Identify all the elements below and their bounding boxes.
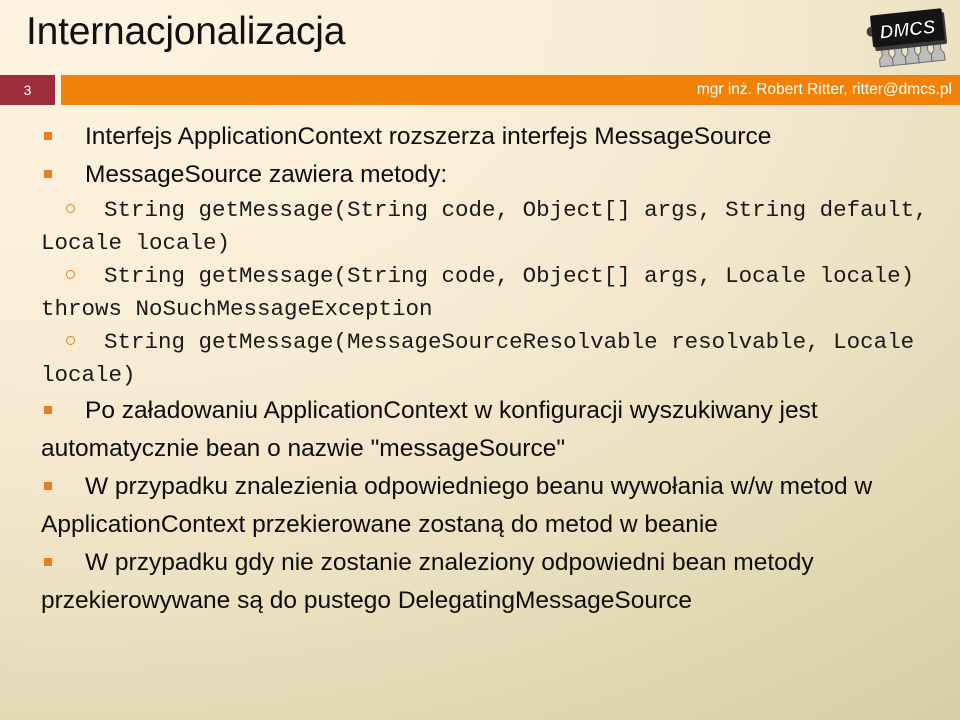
bullet-text: Interfejs ApplicationContext rozszerza i… [85,123,772,150]
bullet-text: Po załadowaniu ApplicationContext w konf… [41,397,818,462]
bullet-item: MessageSource zawiera metody: [0,156,960,194]
page-title: Internacjonalizacja [26,10,346,53]
bullet-text: W przypadku gdy nie zostanie znaleziony … [41,549,814,614]
author-credit: mgr inż. Robert Ritter, ritter@dmcs.pl [696,81,952,98]
code-bullet-text: String getMessage(MessageSourceResolvabl… [41,329,928,388]
bullet-item: W przypadku znalezienia odpowiedniego be… [0,468,960,544]
code-bullet-text: String getMessage(String code, Object[] … [41,263,928,322]
dmcs-logo: DMCS [860,4,952,70]
page-number-badge: 3 [0,75,55,105]
orange-accent-bar: mgr inż. Robert Ritter, ritter@dmcs.pl [61,75,960,105]
bullet-item: Po załadowaniu ApplicationContext w konf… [0,392,960,468]
circle-bullet-icon [66,204,75,213]
square-bullet-icon [44,406,52,414]
square-bullet-icon [44,170,52,178]
code-bullet-item: String getMessage(String code, Object[] … [0,260,960,326]
square-bullet-icon [44,558,52,566]
square-bullet-icon [44,482,52,490]
slide-header: Internacjonalizacja DMCS [0,0,960,72]
code-bullet-text: String getMessage(String code, Object[] … [41,197,942,256]
circle-bullet-icon [66,336,75,345]
bullet-text: MessageSource zawiera metody: [85,161,448,188]
slide-body: Interfejs ApplicationContext rozszerza i… [0,118,960,620]
bullet-item: W przypadku gdy nie zostanie znaleziony … [0,544,960,620]
slide: Internacjonalizacja DMCS 3 mgr inż. Robe… [0,0,960,720]
circle-bullet-icon [66,270,75,279]
bullet-text: W przypadku znalezienia odpowiedniego be… [41,473,873,538]
bullet-item: Interfejs ApplicationContext rozszerza i… [0,118,960,156]
square-bullet-icon [44,132,52,140]
code-bullet-item: String getMessage(String code, Object[] … [0,194,960,260]
footer-bar: 3 mgr inż. Robert Ritter, ritter@dmcs.pl [0,75,960,105]
code-bullet-item: String getMessage(MessageSourceResolvabl… [0,326,960,392]
